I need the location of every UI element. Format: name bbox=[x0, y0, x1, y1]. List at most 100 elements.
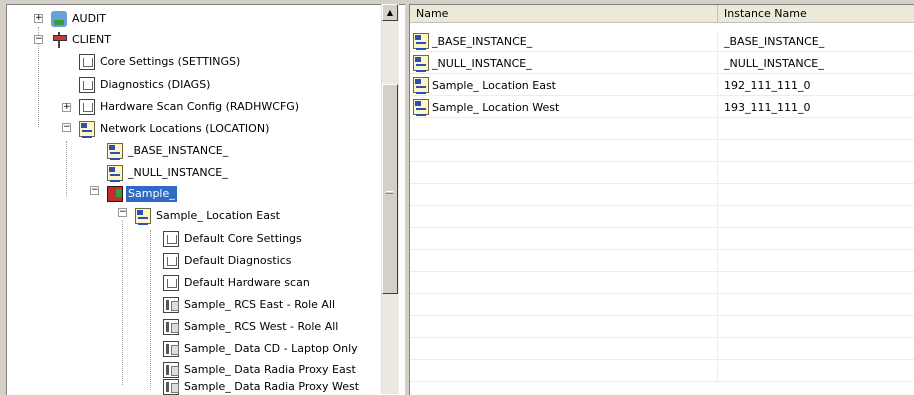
list-row[interactable]: _BASE_INSTANCE_ _BASE_INSTANCE_ bbox=[410, 31, 914, 52]
empty-list-row bbox=[410, 207, 914, 228]
tree-node-label: Sample_ Data CD - Laptop Only bbox=[184, 342, 358, 355]
service-icon bbox=[163, 379, 179, 395]
tree-node-data-cd-laptop[interactable]: Sample_ Data CD - Laptop Only bbox=[163, 339, 360, 359]
tree-vertical-scrollbar[interactable]: ▲ bbox=[381, 4, 399, 394]
tree-node-label: _NULL_INSTANCE_ bbox=[128, 166, 228, 179]
tree-guide-line bbox=[122, 220, 123, 385]
page-icon bbox=[163, 275, 179, 291]
tree-node-label: Sample_ bbox=[126, 186, 177, 202]
expand-audit-button[interactable]: + bbox=[34, 14, 43, 23]
list-row[interactable]: Sample_ Location West 193_111_111_0 bbox=[410, 97, 914, 118]
tree-node-label: Diagnostics (DIAGS) bbox=[100, 78, 211, 91]
collapse-location-east-button[interactable]: − bbox=[118, 208, 127, 217]
empty-list-row bbox=[410, 141, 914, 162]
tree-node-label: Default Hardware scan bbox=[184, 276, 310, 289]
tree-node-base-instance[interactable]: _BASE_INSTANCE_ bbox=[107, 141, 230, 161]
tree-node-rcs-east[interactable]: Sample_ RCS East - Role All bbox=[163, 295, 337, 315]
collapse-sample-button[interactable]: − bbox=[90, 186, 99, 195]
tree-node-network-locations[interactable]: Network Locations (LOCATION) bbox=[79, 119, 271, 139]
chevron-up-icon: ▲ bbox=[386, 8, 394, 17]
empty-list-row bbox=[410, 251, 914, 272]
empty-list-row bbox=[410, 317, 914, 338]
collapse-network-locations-button[interactable]: − bbox=[62, 123, 71, 132]
tree-node-location-east[interactable]: Sample_ Location East bbox=[135, 206, 282, 226]
tree-node-label: AUDIT bbox=[72, 12, 107, 25]
row-name: _NULL_INSTANCE_ bbox=[432, 56, 532, 70]
tree-node-sample[interactable]: Sample_ bbox=[107, 184, 177, 204]
instance-icon bbox=[413, 33, 429, 50]
tree-node-label: Network Locations (LOCATION) bbox=[100, 122, 270, 135]
service-icon bbox=[163, 362, 179, 378]
list-header: Name Instance Name bbox=[410, 5, 914, 23]
scrollbar-grip bbox=[386, 191, 393, 194]
list-pane[interactable]: Name Instance Name _BASE_INSTANCE_ _BASE… bbox=[409, 4, 914, 395]
tree-node-label: Sample_ Data Radia Proxy West bbox=[184, 380, 360, 393]
tree-node-diagnostics[interactable]: Diagnostics (DIAGS) bbox=[79, 75, 212, 95]
empty-list-row bbox=[410, 229, 914, 250]
page-icon bbox=[79, 54, 95, 70]
empty-list-row bbox=[410, 339, 914, 360]
empty-list-row bbox=[410, 185, 914, 206]
tree-node-label: Sample_ Location East bbox=[156, 209, 280, 222]
list-row[interactable]: Sample_ Location East 192_111_111_0 bbox=[410, 75, 914, 96]
instance-icon bbox=[135, 208, 151, 225]
tree-node-default-core-settings[interactable]: Default Core Settings bbox=[163, 229, 304, 249]
tree-node-label: Core Settings (SETTINGS) bbox=[100, 55, 241, 68]
page-icon bbox=[79, 77, 95, 93]
collapse-client-button[interactable]: − bbox=[34, 35, 43, 44]
scroll-up-button[interactable]: ▲ bbox=[382, 4, 398, 21]
row-name: _BASE_INSTANCE_ bbox=[432, 34, 533, 48]
sample-icon bbox=[107, 186, 123, 202]
instance-icon bbox=[413, 55, 429, 72]
page-icon bbox=[163, 253, 179, 269]
tree-node-label: _BASE_INSTANCE_ bbox=[128, 144, 229, 157]
page-icon bbox=[163, 231, 179, 247]
audit-icon bbox=[51, 11, 67, 27]
empty-list-row bbox=[410, 361, 914, 382]
instance-icon bbox=[413, 77, 429, 94]
tree-pane[interactable]: + − + − − − AUDIT CLIENT Core Settings (… bbox=[6, 4, 405, 395]
tree-node-hardware-scan-config[interactable]: Hardware Scan Config (RADHWCFG) bbox=[79, 97, 301, 117]
tree-node-default-hardware-scan[interactable]: Default Hardware scan bbox=[163, 273, 312, 293]
tree-node-null-instance[interactable]: _NULL_INSTANCE_ bbox=[107, 163, 230, 183]
tree-node-audit[interactable]: AUDIT bbox=[51, 9, 108, 29]
empty-list-row bbox=[410, 295, 914, 316]
column-header-name[interactable]: Name bbox=[410, 5, 718, 23]
tree-node-rcs-west[interactable]: Sample_ RCS West - Role All bbox=[163, 317, 340, 337]
instance-icon bbox=[413, 99, 429, 116]
tree-guide-line bbox=[66, 141, 67, 197]
tree-node-label: Default Diagnostics bbox=[184, 254, 292, 267]
tree-guide-line bbox=[150, 230, 151, 390]
service-icon bbox=[163, 341, 179, 357]
row-name: Sample_ Location West bbox=[432, 100, 560, 114]
page-icon bbox=[79, 99, 95, 115]
tree-node-label: CLIENT bbox=[72, 33, 111, 46]
service-icon bbox=[163, 319, 179, 335]
instance-icon bbox=[79, 121, 95, 138]
column-header-instance-name[interactable]: Instance Name bbox=[718, 5, 914, 23]
client-icon bbox=[51, 32, 67, 48]
tree-node-proxy-west[interactable]: Sample_ Data Radia Proxy West bbox=[163, 377, 361, 395]
tree-node-label: Sample_ RCS West - Role All bbox=[184, 320, 339, 333]
row-instance-name: _NULL_INSTANCE_ bbox=[724, 56, 824, 70]
tree-node-label: Sample_ Data Radia Proxy East bbox=[184, 363, 356, 376]
tree-node-client[interactable]: CLIENT bbox=[51, 30, 113, 50]
row-instance-name: _BASE_INSTANCE_ bbox=[724, 34, 825, 48]
tree-node-label: Hardware Scan Config (RADHWCFG) bbox=[100, 100, 300, 113]
row-instance-name: 193_111_111_0 bbox=[724, 100, 811, 114]
instance-icon bbox=[107, 165, 123, 182]
empty-list-row bbox=[410, 273, 914, 294]
scrollbar-thumb[interactable] bbox=[382, 84, 398, 294]
tree-node-label: Default Core Settings bbox=[184, 232, 302, 245]
service-icon bbox=[163, 297, 179, 313]
empty-list-row bbox=[410, 163, 914, 184]
row-instance-name: 192_111_111_0 bbox=[724, 78, 811, 92]
row-name: Sample_ Location East bbox=[432, 78, 556, 92]
tree-node-default-diagnostics[interactable]: Default Diagnostics bbox=[163, 251, 294, 271]
instance-icon bbox=[107, 143, 123, 160]
expand-hardware-scan-button[interactable]: + bbox=[62, 103, 71, 112]
empty-list-row bbox=[410, 119, 914, 140]
list-row[interactable]: _NULL_INSTANCE_ _NULL_INSTANCE_ bbox=[410, 53, 914, 74]
tree-node-core-settings[interactable]: Core Settings (SETTINGS) bbox=[79, 52, 242, 72]
tree-node-label: Sample_ RCS East - Role All bbox=[184, 298, 336, 311]
